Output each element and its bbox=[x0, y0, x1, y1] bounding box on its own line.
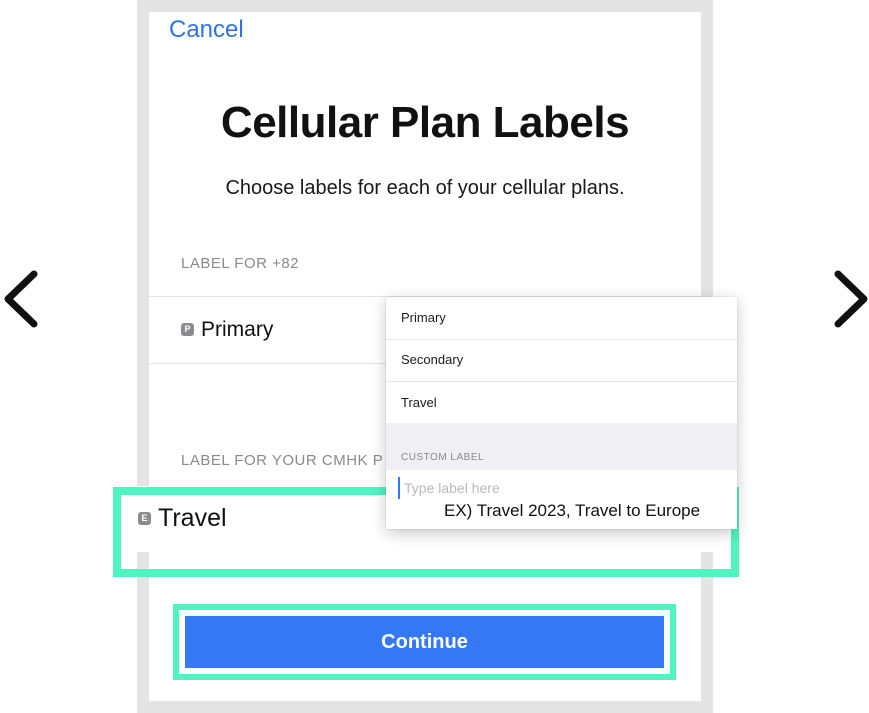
label-dropdown-menu: Primary Secondary Travel CUSTOM LABEL EX… bbox=[386, 297, 737, 529]
previous-slide-button[interactable] bbox=[0, 268, 44, 330]
page-title: Cellular Plan Labels bbox=[220, 98, 630, 147]
next-slide-button[interactable] bbox=[828, 268, 869, 330]
dropdown-option-travel[interactable]: Travel bbox=[386, 382, 737, 424]
dropdown-option-label: Secondary bbox=[401, 352, 464, 367]
plan-badge-icon: E bbox=[138, 512, 151, 525]
continue-button[interactable]: Continue bbox=[185, 616, 664, 668]
plan-badge-icon: P bbox=[181, 323, 194, 336]
custom-label-input[interactable] bbox=[398, 477, 724, 499]
dropdown-option-label: Travel bbox=[401, 395, 437, 410]
section-header-secondary-plan: LABEL FOR YOUR CMHK P bbox=[181, 452, 384, 469]
chevron-right-icon bbox=[834, 270, 868, 328]
dropdown-option-secondary[interactable]: Secondary bbox=[386, 339, 737, 382]
page-subtitle: Choose labels for each of your cellular … bbox=[225, 177, 625, 199]
dropdown-option-primary[interactable]: Primary bbox=[386, 297, 737, 340]
custom-label-header: CUSTOM LABEL bbox=[401, 452, 485, 463]
custom-label-example: EX) Travel 2023, Travel to Europe bbox=[444, 501, 701, 520]
custom-label-section: CUSTOM LABEL bbox=[386, 423, 737, 470]
section-header-primary-plan: LABEL FOR +82 bbox=[181, 255, 300, 272]
highlight-frame-continue: Continue bbox=[173, 604, 676, 680]
dropdown-option-label: Primary bbox=[401, 310, 446, 325]
tutorial-stage: Cancel Cellular Plan Labels Choose label… bbox=[0, 0, 869, 713]
plan-label-value: Travel bbox=[158, 504, 227, 532]
plan-label-value: Primary bbox=[201, 318, 274, 341]
chevron-left-icon bbox=[4, 270, 38, 328]
cancel-button[interactable]: Cancel bbox=[169, 16, 244, 44]
